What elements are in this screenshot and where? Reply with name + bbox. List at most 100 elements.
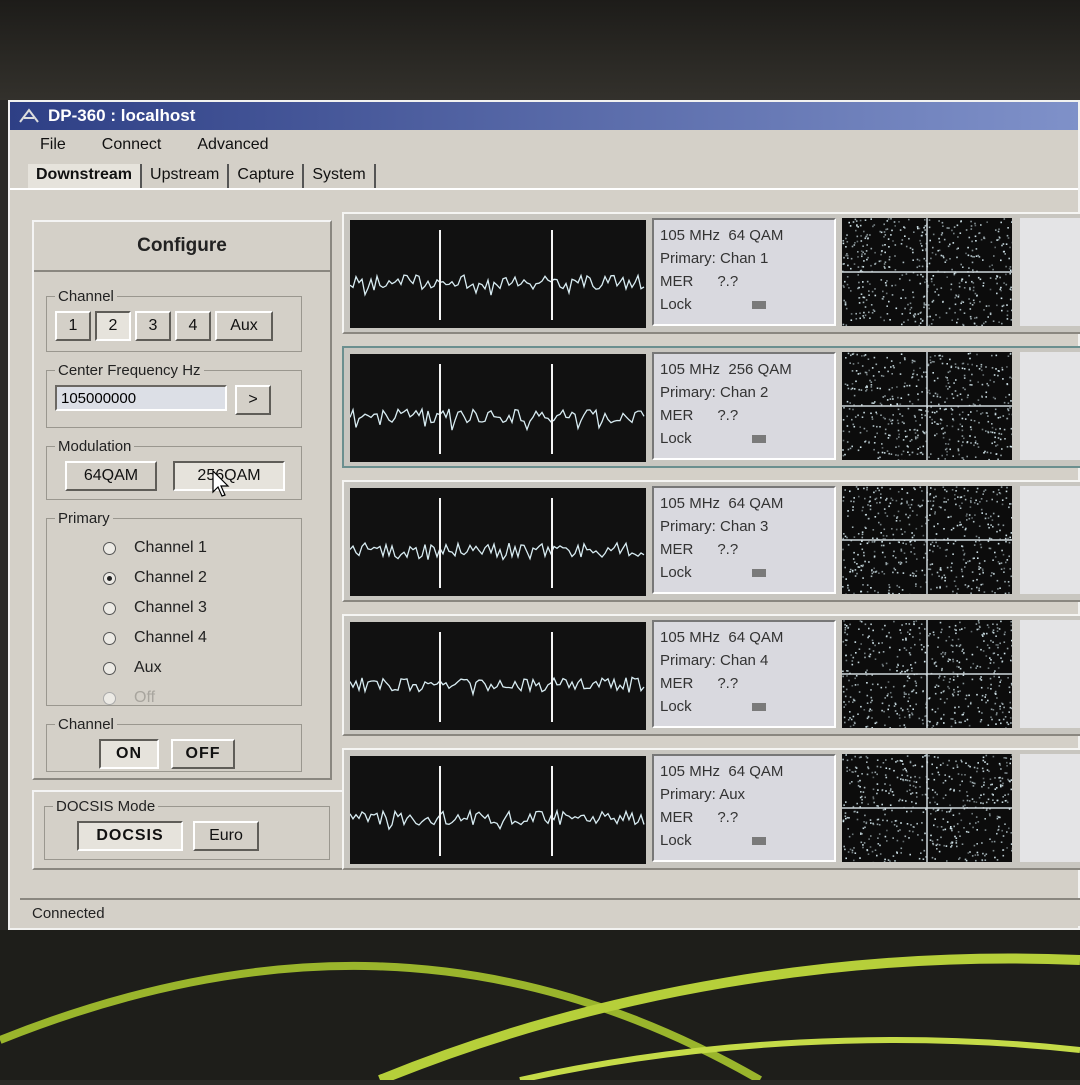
primary-option-channel-2[interactable]: Channel 2 [103, 563, 293, 593]
constellation-point [909, 697, 911, 699]
channel-mer: MER?.? [660, 538, 828, 561]
constellation-point [887, 399, 889, 401]
constellation-point [964, 627, 966, 629]
channel-3-button[interactable]: 3 [135, 311, 171, 341]
constellation-point [999, 587, 1001, 589]
channel-row-aux[interactable]: 105 MHz 64 QAM Primary: Aux MER?.? Lock [342, 748, 1080, 870]
constellation-point [884, 697, 886, 699]
constellation-point [988, 799, 990, 801]
constellation-point [952, 659, 954, 661]
channel-4-button[interactable]: 4 [175, 311, 211, 341]
constellation-point [901, 243, 903, 245]
constellation-point [998, 228, 1000, 230]
menu-file[interactable]: File [40, 136, 66, 154]
constellation-point [863, 821, 865, 823]
constellation-point [967, 247, 969, 249]
constellation-point [861, 842, 863, 844]
tab-capture[interactable]: Capture [229, 164, 304, 188]
constellation-point [983, 760, 985, 762]
constellation-point [987, 687, 989, 689]
constellation-point [871, 697, 873, 699]
primary-option-channel-4[interactable]: Channel 4 [103, 623, 293, 653]
constellation-point [970, 308, 972, 310]
constellation-point [849, 717, 851, 719]
modulation-64qam-button[interactable]: 64QAM [65, 461, 157, 491]
constellation-point [971, 281, 973, 283]
constellation-point [868, 358, 870, 360]
constellation-point [944, 574, 946, 576]
docsis-button[interactable]: DOCSIS [77, 821, 183, 851]
channel-row-2[interactable]: 105 MHz 256 QAM Primary: Chan 2 MER?.? L… [342, 346, 1080, 468]
constellation-point [956, 764, 958, 766]
constellation-point [917, 435, 919, 437]
constellation-point [1005, 727, 1007, 728]
tab-upstream[interactable]: Upstream [142, 164, 229, 188]
constellation-point [935, 254, 937, 256]
constellation-point [990, 575, 992, 577]
constellation-point [973, 290, 975, 292]
constellation-point [879, 845, 881, 847]
tab-system[interactable]: System [304, 164, 375, 188]
constellation-point [878, 371, 880, 373]
constellation-point [910, 793, 912, 795]
constellation-point [932, 857, 934, 859]
constellation-point [987, 316, 989, 318]
channel-2-button[interactable]: 2 [95, 311, 131, 341]
constellation-point [948, 227, 950, 229]
constellation-point [852, 354, 854, 356]
channel-on-button[interactable]: ON [99, 739, 159, 769]
channel-row-1[interactable]: 105 MHz 64 QAM Primary: Chan 1 MER?.? Lo… [342, 212, 1080, 334]
constellation-point [879, 426, 881, 428]
menu-connect[interactable]: Connect [102, 136, 162, 154]
constellation-point [973, 300, 975, 302]
primary-option-channel-1[interactable]: Channel 1 [103, 533, 293, 563]
euro-button[interactable]: Euro [193, 821, 259, 851]
constellation-point [862, 577, 864, 579]
constellation-point [853, 363, 855, 365]
channel-row-3[interactable]: 105 MHz 64 QAM Primary: Chan 3 MER?.? Lo… [342, 480, 1080, 602]
constellation-point [872, 823, 874, 825]
constellation-point [992, 269, 994, 271]
center-frequency-input[interactable] [55, 385, 227, 411]
menu-advanced[interactable]: Advanced [197, 136, 268, 154]
channel-row-4[interactable]: 105 MHz 64 QAM Primary: Chan 4 MER?.? Lo… [342, 614, 1080, 736]
constellation-point [910, 247, 912, 249]
constellation-point [861, 621, 863, 623]
constellation-point [886, 535, 888, 537]
constellation-point [882, 665, 884, 667]
constellation-point [880, 260, 882, 262]
constellation-point [953, 233, 955, 235]
constellation-point [977, 768, 979, 770]
primary-option-aux[interactable]: Aux [103, 653, 293, 683]
constellation-point [918, 505, 920, 507]
constellation-point [885, 234, 887, 236]
constellation-point [963, 653, 965, 655]
tab-downstream[interactable]: Downstream [28, 164, 142, 188]
constellation-point [909, 780, 911, 782]
constellation-point [880, 497, 882, 499]
constellation-point [909, 280, 911, 282]
constellation-point [850, 849, 852, 851]
constellation-point [898, 221, 900, 223]
spectrum-display [350, 488, 646, 596]
constellation-point [915, 321, 917, 323]
constellation-point [897, 777, 899, 779]
constellation-point [956, 576, 958, 578]
constellation-point [876, 855, 878, 857]
constellation-point [890, 637, 892, 639]
constellation-point [916, 514, 918, 516]
constellation-point [913, 765, 915, 767]
constellation-point [925, 553, 927, 555]
constellation-point [994, 841, 996, 843]
primary-option-channel-3[interactable]: Channel 3 [103, 593, 293, 623]
constellation-point [962, 843, 964, 845]
channel-off-button[interactable]: OFF [171, 739, 235, 769]
constellation-point [959, 629, 961, 631]
frequency-apply-button[interactable]: > [235, 385, 271, 415]
channel-aux-button[interactable]: Aux [215, 311, 273, 341]
constellation-point [894, 255, 896, 257]
constellation-point [929, 802, 931, 804]
constellation-point [848, 701, 850, 703]
constellation-point [863, 488, 865, 490]
channel-1-button[interactable]: 1 [55, 311, 91, 341]
